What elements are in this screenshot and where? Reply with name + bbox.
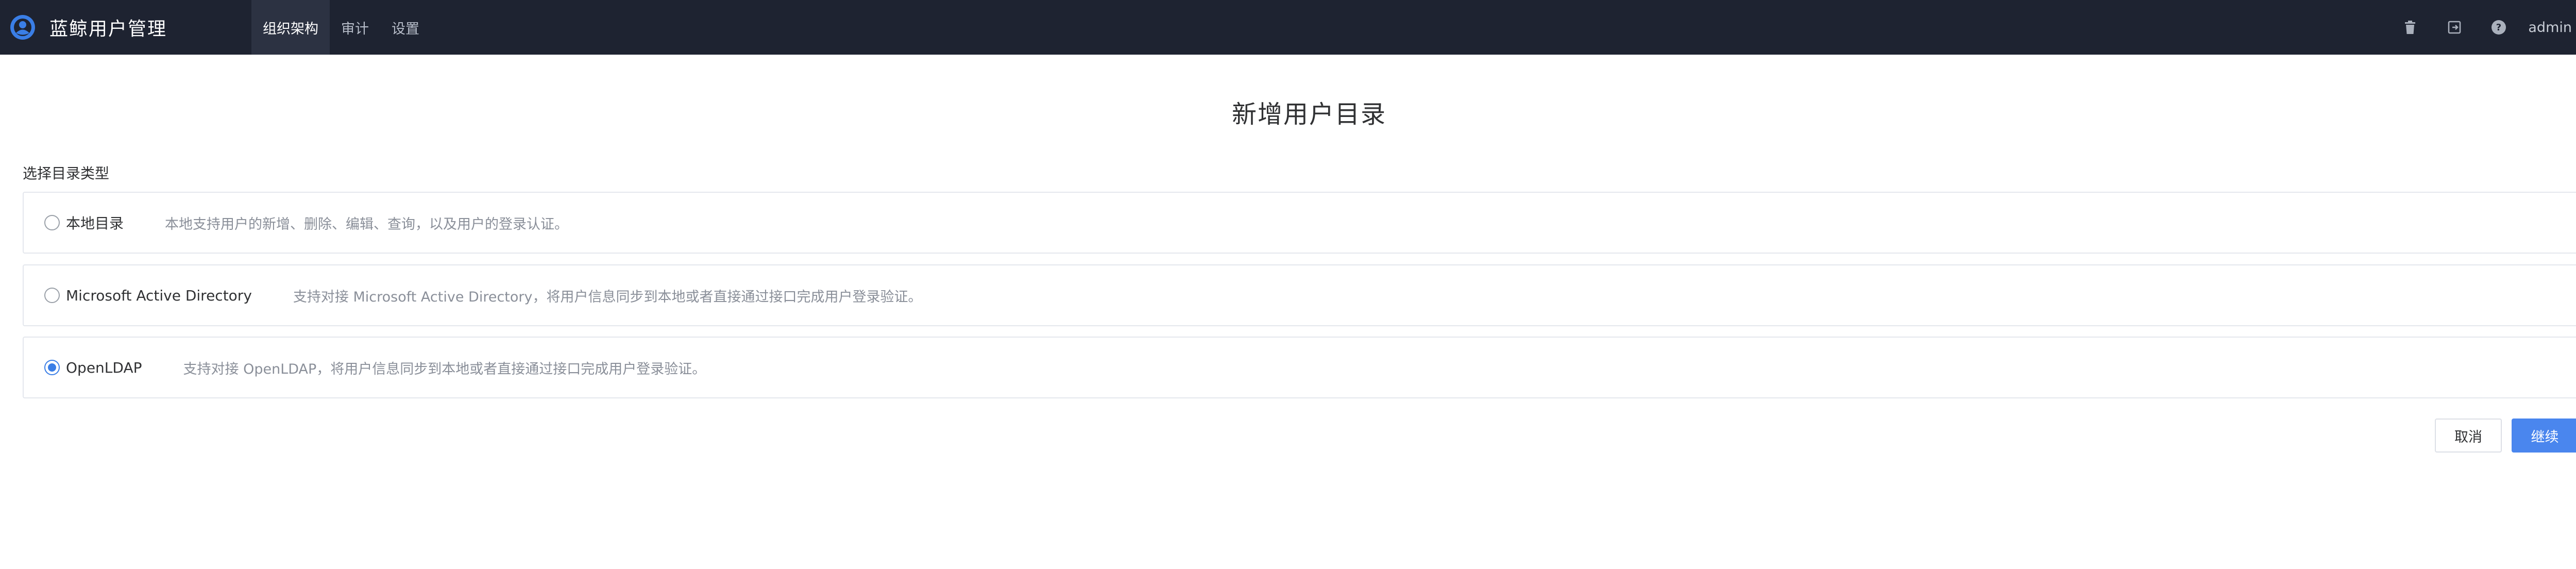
caret-down-icon bbox=[2572, 20, 2576, 36]
radio-active-directory[interactable] bbox=[44, 288, 60, 303]
main-nav: 组织架构 审计 设置 bbox=[251, 0, 431, 55]
nav-item-organization[interactable]: 组织架构 bbox=[251, 0, 330, 55]
radio-local-directory[interactable] bbox=[44, 215, 60, 230]
top-navigation-bar: 蓝鲸用户管理 组织架构 审计 设置 ? admin bbox=[0, 0, 2576, 55]
trash-icon[interactable] bbox=[2388, 0, 2432, 55]
username-label: admin bbox=[2528, 19, 2572, 36]
option-description: 支持对接 OpenLDAP，将用户信息同步到本地或者直接通过接口完成用户登录验证… bbox=[183, 361, 706, 377]
svg-text:?: ? bbox=[2496, 22, 2501, 33]
topbar-actions: ? admin bbox=[2388, 0, 2576, 55]
option-openldap[interactable]: OpenLDAP 支持对接 OpenLDAP，将用户信息同步到本地或者直接通过接… bbox=[23, 337, 2576, 398]
logout-icon[interactable] bbox=[2432, 0, 2477, 55]
page-title: 新增用户目录 bbox=[1231, 100, 1386, 129]
option-description: 本地支持用户的新增、删除、编辑、查询，以及用户的登录认证。 bbox=[165, 216, 569, 232]
option-description: 支持对接 Microsoft Active Directory，将用户信息同步到… bbox=[293, 289, 922, 305]
nav-item-audit[interactable]: 审计 bbox=[330, 0, 380, 55]
option-title: 本地目录 bbox=[66, 215, 124, 232]
section-label: 选择目录类型 bbox=[23, 165, 110, 182]
brand[interactable]: 蓝鲸用户管理 bbox=[0, 0, 251, 55]
option-title: Microsoft Active Directory bbox=[66, 287, 252, 304]
nav-item-settings[interactable]: 设置 bbox=[380, 0, 431, 55]
user-circle-logo-icon bbox=[9, 14, 36, 41]
app-title: 蓝鲸用户管理 bbox=[49, 19, 167, 40]
user-menu[interactable]: admin bbox=[2528, 20, 2576, 36]
option-active-directory[interactable]: Microsoft Active Directory 支持对接 Microsof… bbox=[23, 264, 2576, 326]
help-icon[interactable]: ? bbox=[2477, 0, 2521, 55]
option-title: OpenLDAP bbox=[66, 359, 142, 376]
continue-button[interactable]: 继续 bbox=[2512, 419, 2576, 453]
option-local-directory[interactable]: 本地目录 本地支持用户的新增、删除、编辑、查询，以及用户的登录认证。 bbox=[23, 192, 2576, 254]
cancel-button[interactable]: 取消 bbox=[2435, 419, 2502, 453]
radio-openldap[interactable] bbox=[44, 360, 60, 375]
